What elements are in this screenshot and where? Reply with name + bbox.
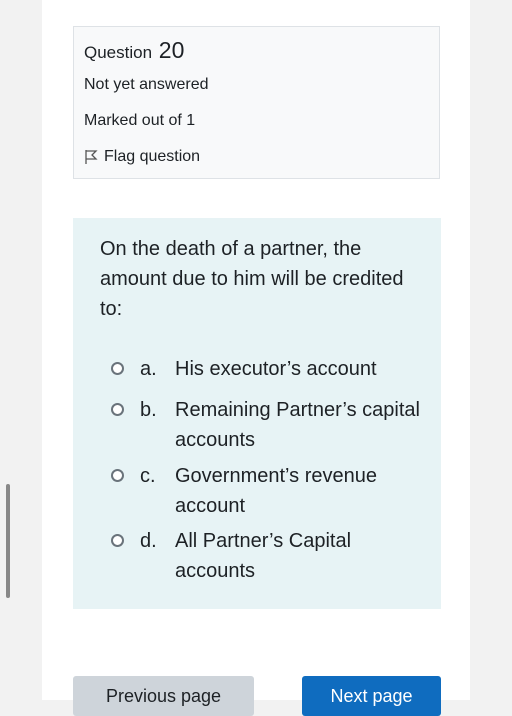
option-text[interactable]: His executor’s account	[175, 354, 425, 384]
question-grade: Marked out of 1	[84, 112, 196, 129]
question-info-box: Question 20 Not yet answered Marked out …	[73, 26, 440, 179]
radio-a[interactable]	[111, 362, 124, 375]
previous-page-button[interactable]: Previous page	[73, 676, 254, 716]
option-letter: a.	[140, 358, 157, 380]
scrollbar[interactable]	[6, 484, 10, 598]
question-text: On the death of a partner, the amount du…	[100, 238, 404, 320]
next-page-button[interactable]: Next page	[302, 676, 441, 716]
flag-question-link[interactable]: Flag question	[84, 148, 200, 166]
question-label: Question	[84, 43, 153, 62]
option-text[interactable]: All Partner’s Capital accounts	[175, 526, 425, 586]
option-letter: c.	[140, 465, 156, 487]
flag-icon	[85, 150, 98, 164]
radio-d[interactable]	[111, 534, 124, 547]
question-state: Not yet answered	[84, 76, 209, 93]
option-letter: b.	[140, 399, 157, 421]
radio-c[interactable]	[111, 469, 124, 482]
radio-b[interactable]	[111, 403, 124, 416]
question-number-value: 20	[158, 37, 185, 63]
option-letter: d.	[140, 530, 157, 552]
question-number: Question 20	[84, 37, 184, 64]
question-formulation: On the death of a partner, the amount du…	[73, 218, 441, 609]
option-text[interactable]: Remaining Partner’s capital accounts	[175, 395, 425, 455]
flag-question-label: Flag question	[104, 148, 201, 165]
option-text[interactable]: Government’s revenue account	[175, 461, 425, 521]
